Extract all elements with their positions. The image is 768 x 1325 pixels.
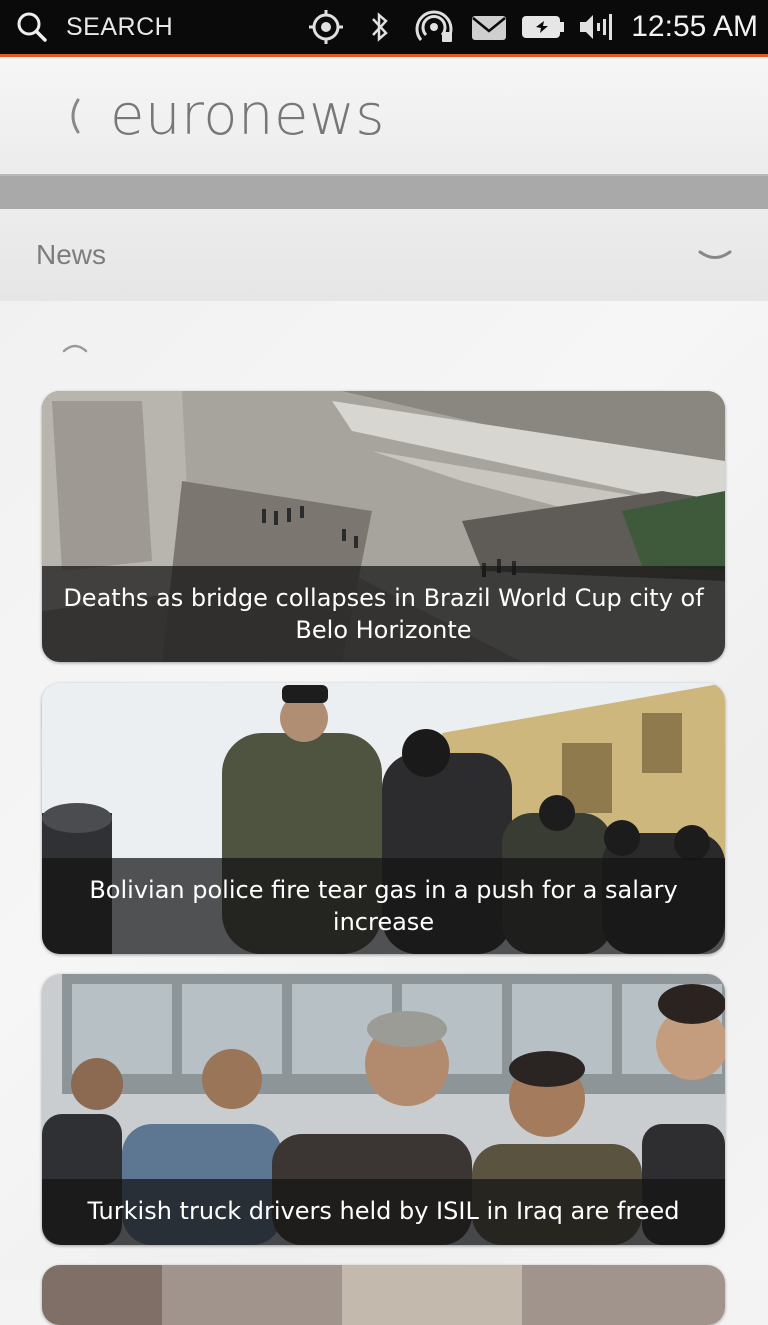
news-thumbnail bbox=[42, 1265, 725, 1325]
header-band bbox=[0, 176, 768, 209]
news-card[interactable] bbox=[42, 1265, 725, 1325]
department-label[interactable]: News bbox=[36, 239, 106, 271]
back-chevron-icon[interactable] bbox=[58, 94, 86, 138]
location-icon[interactable] bbox=[306, 10, 346, 44]
hotspot-icon[interactable] bbox=[414, 10, 456, 44]
news-headline[interactable]: Bolivian police fire tear gas in a push … bbox=[42, 858, 725, 954]
news-card[interactable]: Bolivian police fire tear gas in a push … bbox=[42, 683, 725, 954]
page-title: euronews bbox=[110, 83, 385, 148]
app-header: euronews bbox=[0, 57, 768, 175]
status-bar: SEARCH 12:55 AM bbox=[0, 0, 768, 57]
search-label[interactable]: SEARCH bbox=[66, 13, 173, 42]
clock[interactable]: 12:55 AM bbox=[631, 10, 758, 44]
results-area: Deaths as bridge collapses in Brazil Wor… bbox=[0, 301, 768, 1325]
news-headline[interactable]: Deaths as bridge collapses in Brazil Wor… bbox=[42, 566, 725, 662]
volume-icon[interactable] bbox=[578, 10, 614, 44]
department-selector[interactable]: News bbox=[0, 209, 768, 301]
chevron-down-icon[interactable] bbox=[698, 249, 732, 263]
chevron-up-icon[interactable] bbox=[62, 339, 88, 353]
bluetooth-icon[interactable] bbox=[370, 10, 390, 44]
mail-icon[interactable] bbox=[470, 10, 508, 44]
news-card[interactable]: Deaths as bridge collapses in Brazil Wor… bbox=[42, 391, 725, 662]
news-headline[interactable]: Turkish truck drivers held by ISIL in Ir… bbox=[42, 1179, 725, 1245]
search-icon[interactable] bbox=[16, 11, 48, 43]
battery-icon[interactable] bbox=[520, 10, 566, 44]
news-card[interactable]: Turkish truck drivers held by ISIL in Ir… bbox=[42, 974, 725, 1245]
